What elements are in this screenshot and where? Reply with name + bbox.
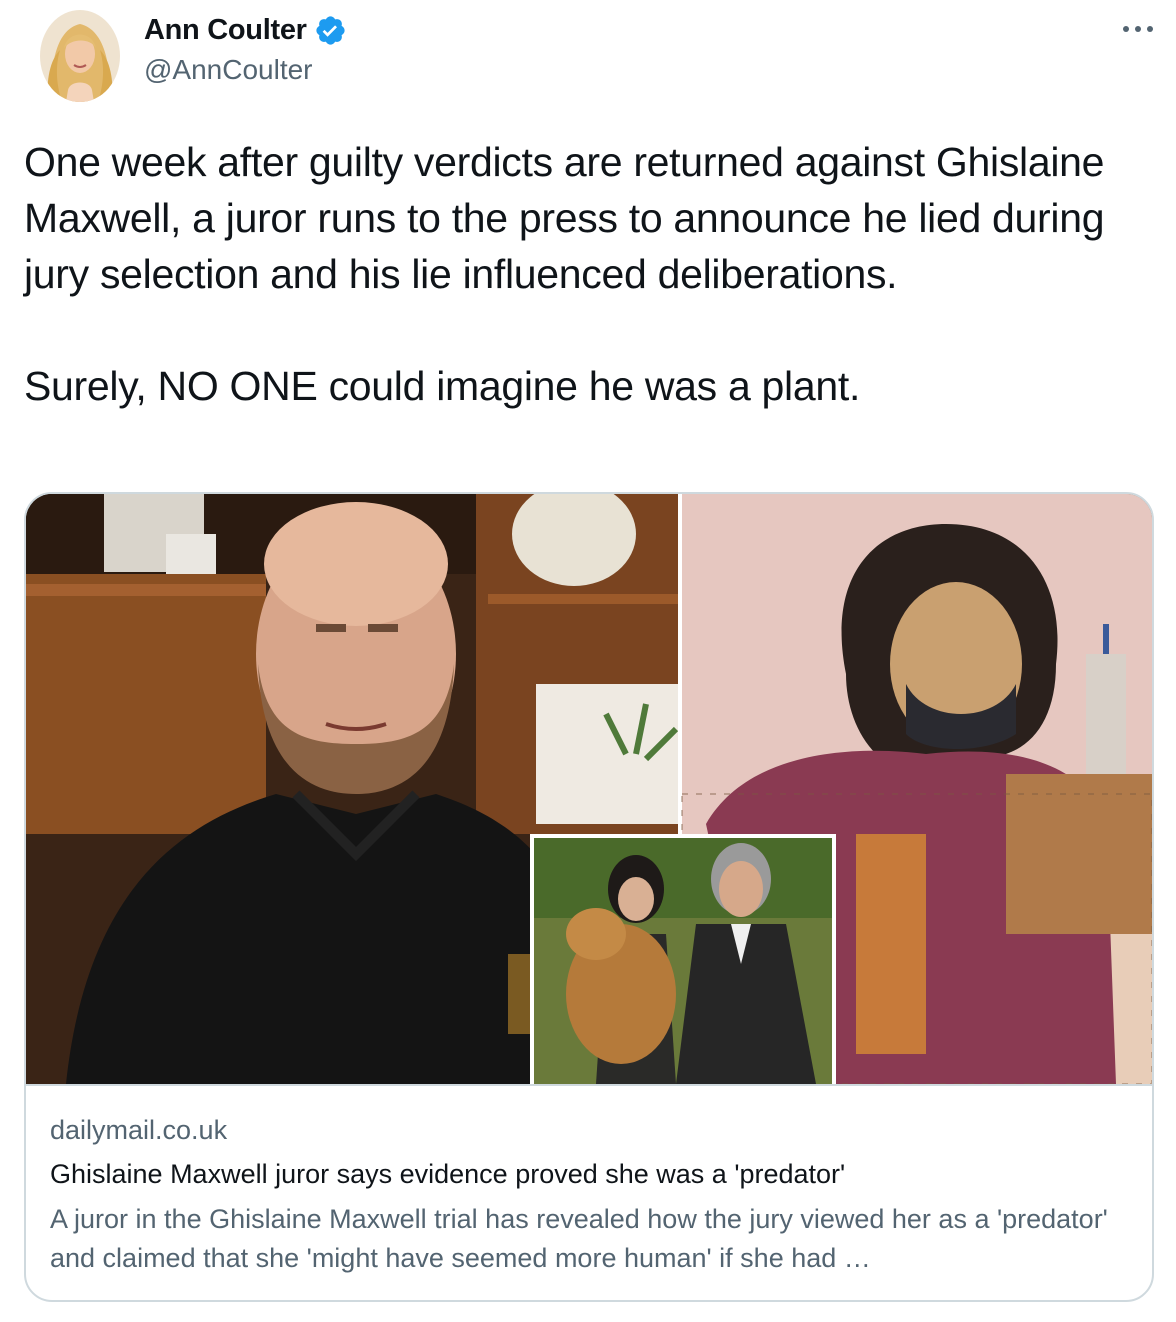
card-domain: dailymail.co.uk <box>50 1115 228 1145</box>
avatar-image <box>40 10 120 102</box>
card-image[interactable] <box>26 494 1152 1086</box>
more-horizontal-icon[interactable] <box>1118 14 1158 44</box>
card-title: Ghislaine Maxwell juror says evidence pr… <box>50 1159 846 1189</box>
card-description: A juror in the Ghislaine Maxwell trial h… <box>50 1204 1108 1273</box>
tweet: Ann Coulter @AnnCoulter One week after g… <box>0 0 1176 1322</box>
link-preview-card[interactable]: dailymail.co.uk Ghislaine Maxwell juror … <box>24 492 1154 1302</box>
author-name[interactable]: Ann Coulter <box>144 12 307 48</box>
tweet-paragraph: Surely, NO ONE could imagine he was a pl… <box>24 363 861 409</box>
author-name-row[interactable]: Ann Coulter <box>144 12 347 48</box>
author-handle[interactable]: @AnnCoulter <box>144 52 313 88</box>
avatar[interactable] <box>40 10 120 102</box>
tweet-paragraph: One week after guilty verdicts are retur… <box>24 139 1105 297</box>
tweet-text: One week after guilty verdicts are retur… <box>24 134 1144 414</box>
verified-badge-icon <box>314 14 347 47</box>
